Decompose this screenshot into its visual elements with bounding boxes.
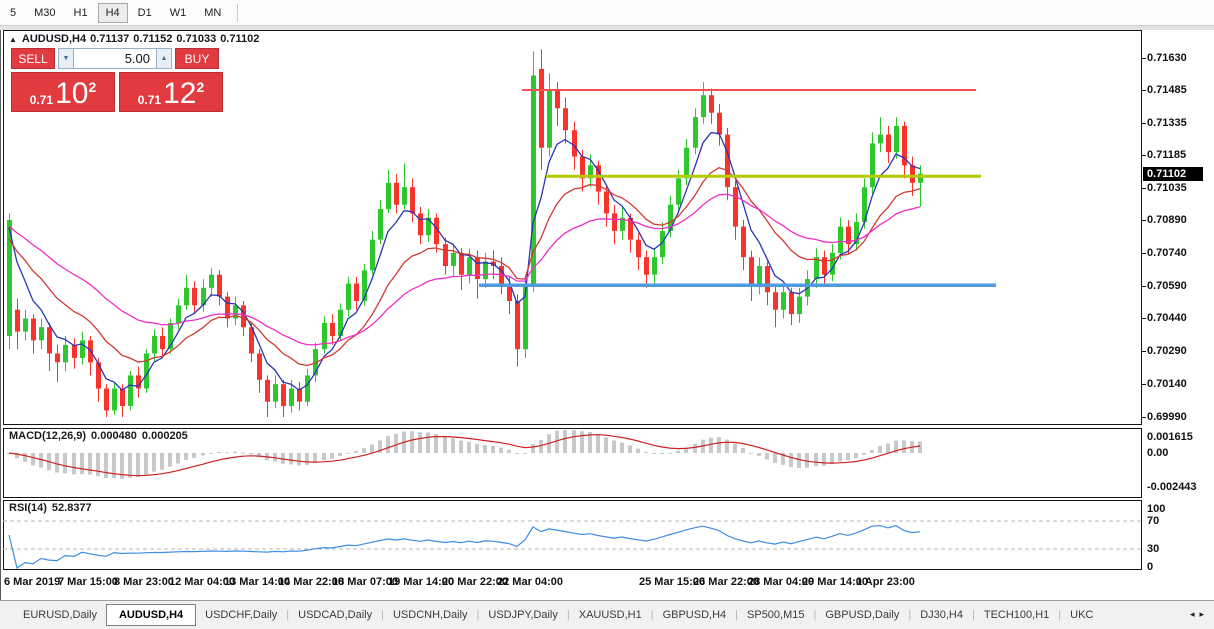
price-tick-label: 0.70290 [1147, 345, 1187, 358]
time-axis-label: 1 Apr 23:00 [856, 576, 915, 588]
buy-price-sup: 2 [196, 79, 204, 95]
tab-gbpusd-daily[interactable]: GBPUSD,Daily [816, 605, 908, 625]
macd-axis-label: 0.00 [1147, 447, 1168, 459]
price-tick-label: 0.70440 [1147, 312, 1187, 325]
tab-xauusd-h1[interactable]: XAUUSD,H1 [570, 605, 651, 625]
price-tick [1142, 384, 1146, 385]
timeframe-button-W1[interactable]: W1 [162, 3, 195, 23]
price-tick [1142, 155, 1146, 156]
tab-usdjpy-daily[interactable]: USDJPY,Daily [479, 605, 567, 625]
timeframe-button-M30[interactable]: M30 [26, 3, 63, 23]
trading-terminal: 5M30H1H4D1W1MN ▲ AUDUSD,H4 0.71137 0.71152 0… [0, 0, 1214, 629]
tab-ukc[interactable]: UKC [1061, 605, 1102, 625]
ohlc-high: 0.71152 [133, 33, 172, 45]
macd-name: MACD(12,26,9) [9, 430, 86, 442]
sell-price-sup: 2 [88, 79, 96, 95]
tab-scroll-right-icon[interactable]: ▸ [1199, 609, 1209, 619]
ohlc-close: 0.71102 [220, 33, 259, 45]
volume-increase-icon[interactable]: ▲ [156, 48, 172, 69]
price-tick [1142, 220, 1146, 221]
current-price-tag: 0.71102 [1143, 167, 1203, 181]
symbol-label: AUDUSD,H4 [22, 33, 86, 45]
price-tick-label: 0.71035 [1147, 182, 1187, 195]
tab-tech100-h1[interactable]: TECH100,H1 [975, 605, 1058, 625]
timeframe-button-MN[interactable]: MN [196, 3, 229, 23]
sell-button[interactable]: SELL [11, 48, 55, 69]
price-tick [1142, 58, 1146, 59]
macd-value-signal: 0.000205 [142, 430, 188, 442]
tab-scroll-arrows: ◂▸ [1190, 609, 1209, 620]
price-tick-label: 0.69990 [1147, 411, 1187, 424]
price-tick-label: 0.71485 [1147, 84, 1187, 97]
macd-label: MACD(12,26,9) 0.000480 0.000205 [9, 430, 193, 442]
toolbar-divider [237, 4, 238, 22]
buy-button[interactable]: BUY [175, 48, 219, 69]
price-tick [1142, 90, 1146, 91]
rsi-axis-label: 100 [1147, 503, 1165, 515]
tab-audusd-h4[interactable]: AUDUSD,H4 [106, 604, 196, 626]
macd-axis-label: 0.001615 [1147, 431, 1193, 443]
time-axis-label: 22 Mar 04:00 [497, 576, 563, 588]
tab-eurusd-daily[interactable]: EURUSD,Daily [14, 605, 106, 625]
price-tick [1142, 188, 1146, 189]
sell-price-big: 10 [55, 81, 88, 107]
price-tick [1142, 351, 1146, 352]
tab-sp500-m15[interactable]: SP500,M15 [738, 605, 813, 625]
price-tick [1142, 318, 1146, 319]
rsi-axis-label: 30 [1147, 543, 1159, 555]
volume-stepper: ▼ 5.00 ▲ [58, 48, 172, 69]
chart-window: ▲AUDUSD,H40.711370.711520.710330.71102 S… [0, 30, 1214, 600]
chart-tab-bar: EURUSD,DailyAUDUSD,H4USDCHF,Daily|USDCAD… [0, 600, 1214, 629]
timeframe-button-D1[interactable]: D1 [130, 3, 160, 23]
price-tick-label: 0.70890 [1147, 214, 1187, 227]
time-axis-label: 7 Mar 15:00 [58, 576, 118, 588]
chart-title: ▲ AUDUSD,H4 0.71137 0.71152 0.71033 0.71102 [9, 33, 263, 45]
price-tick [1142, 417, 1146, 418]
time-axis-label: 8 Mar 23:00 [114, 576, 174, 588]
volume-decrease-icon[interactable]: ▼ [58, 48, 74, 69]
macd-axis-label: -0.002443 [1147, 481, 1197, 493]
price-tick [1142, 123, 1146, 124]
time-axis-label: 6 Mar 2019 [4, 576, 60, 588]
timeframe-button-5[interactable]: 5 [2, 3, 24, 23]
tab-usdcnh-daily[interactable]: USDCNH,Daily [384, 605, 477, 625]
timeframe-toolbar: 5M30H1H4D1W1MN [0, 0, 1214, 26]
price-tick [1142, 286, 1146, 287]
tab-usdcad-daily[interactable]: USDCAD,Daily [289, 605, 381, 625]
buy-price-big: 12 [163, 81, 196, 107]
tab-usdchf-daily[interactable]: USDCHF,Daily [196, 605, 286, 625]
rsi-name: RSI(14) [9, 502, 47, 514]
macd-value-main: 0.000480 [91, 430, 137, 442]
rsi-panel[interactable] [3, 500, 1142, 570]
one-click-trading-panel: SELL ▼ 5.00 ▲ BUY 0.71 10 2 0.71 12 2 [11, 48, 223, 112]
sell-price-box[interactable]: 0.71 10 2 [11, 72, 115, 112]
price-tick-label: 0.70590 [1147, 280, 1187, 293]
tab-dj30-h4[interactable]: DJ30,H4 [911, 605, 972, 625]
price-tick-label: 0.70140 [1147, 378, 1187, 391]
buy-price-prefix: 0.71 [138, 93, 161, 107]
price-tick-label: 0.71185 [1147, 149, 1186, 162]
price-tick-label: 0.70740 [1147, 247, 1187, 260]
buy-price-box[interactable]: 0.71 12 2 [119, 72, 223, 112]
volume-field[interactable]: 5.00 [74, 48, 156, 69]
tab-gbpusd-h4[interactable]: GBPUSD,H4 [654, 605, 736, 625]
rsi-label: RSI(14) 52.8377 [9, 502, 97, 514]
ohlc-low: 0.71033 [176, 33, 216, 45]
ohlc-open: 0.71137 [90, 33, 129, 45]
price-tick-label: 0.71335 [1147, 117, 1187, 130]
timeframe-button-H1[interactable]: H1 [66, 3, 96, 23]
rsi-value: 52.8377 [52, 502, 92, 514]
collapse-icon[interactable]: ▲ [9, 35, 17, 44]
price-tick [1142, 253, 1146, 254]
rsi-axis-label: 0 [1147, 561, 1153, 573]
timeframe-button-H4[interactable]: H4 [98, 3, 128, 23]
sell-price-prefix: 0.71 [30, 93, 53, 107]
rsi-axis-label: 70 [1147, 515, 1159, 527]
price-tick-label: 0.71630 [1147, 52, 1187, 65]
